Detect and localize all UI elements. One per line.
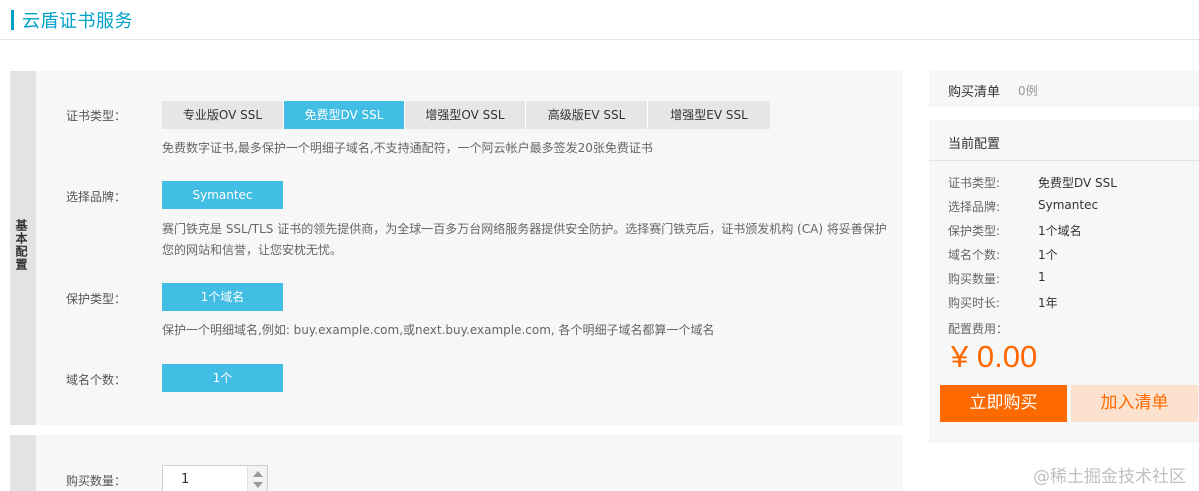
brand-description-line2: 您的网站和信誉，让您安枕无忧。 xyxy=(162,243,343,257)
domain-count-label: 域名个数： xyxy=(66,373,127,387)
brand-label: 选择品牌： xyxy=(66,190,127,204)
quantity-panel xyxy=(10,435,903,491)
protect-type-description: 保护一个明细域名,例如: buy.example.com,或next.buy.e… xyxy=(162,323,715,337)
protect-type-option-one-domain[interactable]: 1个域名 xyxy=(162,283,283,311)
summary-label-quantity: 购买数量: xyxy=(948,272,1001,286)
quantity-value[interactable]: 1 xyxy=(181,472,189,487)
cert-type-option-advanced-ev[interactable]: 高级版EV SSL xyxy=(526,101,648,129)
brand-description-line1: 赛门铁克是 SSL/TLS 证书的领先提供商，为全球一百多万台网络服务器提供安全… xyxy=(162,222,887,236)
cart-header: 购买清单 0例 xyxy=(929,71,1199,107)
price-total: ¥ 0.00 xyxy=(951,339,1038,374)
page: 云盾证书服务 基本配置 证书类型： 专业版OV SSL 免费型DV SSL 增强… xyxy=(0,0,1199,491)
buy-now-button[interactable]: 立即购买 xyxy=(940,385,1067,422)
cert-type-description: 免费数字证书,最多保护一个明细子域名,不支持通配符，一个阿云帐户最多签发20张免… xyxy=(162,141,653,155)
summary-value-quantity: 1 xyxy=(1038,270,1046,284)
current-config-panel: 当前配置 证书类型: 免费型DV SSL 选择品牌: Symantec 保护类型… xyxy=(929,120,1199,443)
cert-type-option-pro-ov[interactable]: 专业版OV SSL xyxy=(162,101,284,129)
increment-arrow-icon[interactable] xyxy=(253,471,263,477)
page-title: 云盾证书服务 xyxy=(22,11,133,32)
cert-type-option-enhanced-ev[interactable]: 增强型EV SSL xyxy=(648,101,770,129)
summary-label-duration: 购买时长: xyxy=(948,296,1001,310)
quantity-stepper[interactable]: 1 xyxy=(162,465,268,491)
quantity-label: 购买数量： xyxy=(66,474,127,488)
protect-type-label: 保护类型： xyxy=(66,292,127,306)
cart-title: 购买清单 xyxy=(948,85,1001,100)
summary-label-brand: 选择品牌: xyxy=(948,200,1001,214)
config-side-label: 基本配置 xyxy=(14,219,28,271)
page-header: 云盾证书服务 xyxy=(0,0,1199,40)
cert-type-option-free-dv[interactable]: 免费型DV SSL xyxy=(284,101,405,129)
summary-value-cert-type: 免费型DV SSL xyxy=(1038,176,1117,190)
add-to-cart-button[interactable]: 加入清单 xyxy=(1071,385,1198,422)
header-accent-bar xyxy=(11,10,14,30)
summary-value-brand: Symantec xyxy=(1038,198,1099,212)
cert-type-label: 证书类型： xyxy=(66,109,127,123)
decrement-arrow-icon[interactable] xyxy=(253,482,263,488)
summary-label-protect-type: 保护类型: xyxy=(948,224,1001,238)
fee-label: 配置费用： xyxy=(948,322,1009,336)
cart-count: 0例 xyxy=(1018,84,1038,98)
config-side-tab: 基本配置 xyxy=(10,71,36,425)
watermark: @稀土掘金技术社区 xyxy=(1033,467,1186,487)
brand-option-symantec[interactable]: Symantec xyxy=(162,181,283,209)
summary-value-domain-count: 1个 xyxy=(1038,248,1058,262)
quantity-stepper-arrows xyxy=(247,466,267,491)
summary-value-protect-type: 1个域名 xyxy=(1038,224,1082,238)
current-config-divider xyxy=(929,160,1199,161)
current-config-title: 当前配置 xyxy=(948,137,1001,152)
cert-type-option-enhanced-ov[interactable]: 增强型OV SSL xyxy=(405,101,526,129)
cert-type-options: 专业版OV SSL 免费型DV SSL 增强型OV SSL 高级版EV SSL … xyxy=(162,101,770,129)
summary-label-domain-count: 域名个数: xyxy=(948,248,1001,262)
summary-label-cert-type: 证书类型: xyxy=(948,176,1001,190)
summary-value-duration: 1年 xyxy=(1038,296,1058,310)
domain-count-option-one[interactable]: 1个 xyxy=(162,364,283,392)
quantity-side-tab xyxy=(10,435,36,491)
